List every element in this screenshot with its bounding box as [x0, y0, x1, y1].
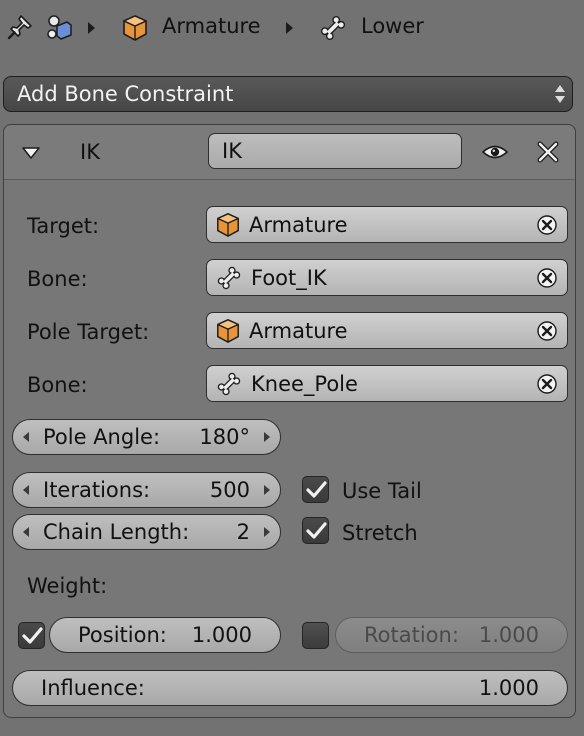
decrement-arrow-icon[interactable] [23, 432, 29, 442]
add-bone-constraint-menu[interactable]: Add Bone Constraint [3, 76, 573, 112]
iterations-slider[interactable]: Iterations: 500 [12, 472, 281, 508]
chain-length-slider[interactable]: Chain Length: 2 [12, 514, 281, 550]
object-cube-icon [121, 14, 149, 42]
checkmark-icon [305, 521, 327, 539]
ik-constraint-panel: IK IK Target: Armature Bone: Foot_IK Pol… [3, 124, 576, 718]
pole-bone-value: Knee_Pole [251, 371, 358, 396]
properties-editor: Armature Lower Add Bone Constraint IK IK… [0, 0, 584, 736]
increment-arrow-icon[interactable] [264, 485, 270, 495]
stretch-checkbox[interactable] [302, 517, 329, 544]
clear-x-icon[interactable] [537, 373, 557, 394]
close-icon[interactable] [536, 140, 560, 168]
decrement-arrow-icon[interactable] [23, 485, 29, 495]
pin-icon[interactable] [6, 13, 34, 41]
weight-label: Weight: [27, 574, 108, 598]
pole-angle-slider[interactable]: Pole Angle: 180° [12, 419, 281, 455]
breadcrumb-object-label[interactable]: Armature [162, 14, 261, 38]
increment-arrow-icon[interactable] [264, 432, 270, 442]
pole-bone-field[interactable]: Knee_Pole [206, 365, 568, 402]
chain-length-value: 2 [236, 520, 250, 544]
scene-objects-icon[interactable] [44, 12, 74, 42]
constraint-name-input[interactable]: IK [208, 133, 462, 169]
checkmark-icon [21, 626, 43, 644]
breadcrumb-bone-label[interactable]: Lower [361, 14, 424, 38]
influence-label: Influence: [41, 676, 145, 700]
object-cube-icon [215, 318, 241, 344]
pole-angle-value: 180° [199, 425, 250, 449]
clear-x-icon[interactable] [537, 214, 557, 235]
target-field[interactable]: Armature [206, 206, 568, 243]
influence-value: 1.000 [478, 676, 539, 700]
rotation-label: Rotation: [364, 623, 459, 647]
bone-value: Foot_IK [251, 265, 327, 290]
target-value: Armature [249, 212, 348, 237]
chain-length-label: Chain Length: [43, 520, 190, 544]
target-label: Target: [27, 214, 100, 238]
position-value: 1.000 [191, 623, 252, 647]
stretch-label[interactable]: Stretch [342, 521, 418, 545]
clear-x-icon[interactable] [537, 267, 557, 288]
bone-label: Bone: [27, 267, 88, 291]
bone-field[interactable]: Foot_IK [206, 259, 568, 296]
bone-icon [318, 13, 348, 43]
rotation-checkbox[interactable] [302, 622, 329, 649]
iterations-label: Iterations: [43, 478, 151, 502]
pole-target-label: Pole Target: [27, 320, 150, 344]
constraint-header: IK IK [4, 125, 575, 180]
position-label: Position: [78, 623, 167, 647]
iterations-value: 500 [209, 478, 250, 502]
object-cube-icon [215, 212, 241, 238]
pole-angle-label: Pole Angle: [43, 425, 161, 449]
breadcrumb: Armature Lower [0, 0, 584, 56]
pole-bone-label: Bone: [27, 373, 88, 397]
breadcrumb-separator-icon [286, 22, 293, 34]
rotation-value: 1.000 [478, 623, 539, 647]
increment-arrow-icon[interactable] [264, 527, 270, 537]
checkmark-icon [305, 480, 327, 498]
constraint-type-label: IK [80, 140, 100, 164]
position-weight-slider[interactable]: Position: 1.000 [49, 617, 281, 653]
use-tail-label[interactable]: Use Tail [342, 479, 422, 503]
bone-icon [215, 370, 243, 398]
position-checkbox[interactable] [18, 622, 45, 649]
bone-icon [215, 264, 243, 292]
updown-arrows-icon [555, 85, 565, 103]
eye-icon[interactable] [481, 141, 509, 167]
rotation-weight-slider[interactable]: Rotation: 1.000 [335, 617, 568, 653]
pole-target-value: Armature [249, 318, 348, 343]
pole-target-field[interactable]: Armature [206, 312, 568, 349]
collapse-triangle-icon[interactable] [21, 145, 41, 164]
use-tail-checkbox[interactable] [302, 476, 329, 503]
breadcrumb-separator-icon [88, 22, 95, 34]
decrement-arrow-icon[interactable] [23, 527, 29, 537]
clear-x-icon[interactable] [537, 320, 557, 341]
influence-slider[interactable]: Influence: 1.000 [12, 670, 568, 706]
add-bone-constraint-label: Add Bone Constraint [17, 82, 234, 106]
